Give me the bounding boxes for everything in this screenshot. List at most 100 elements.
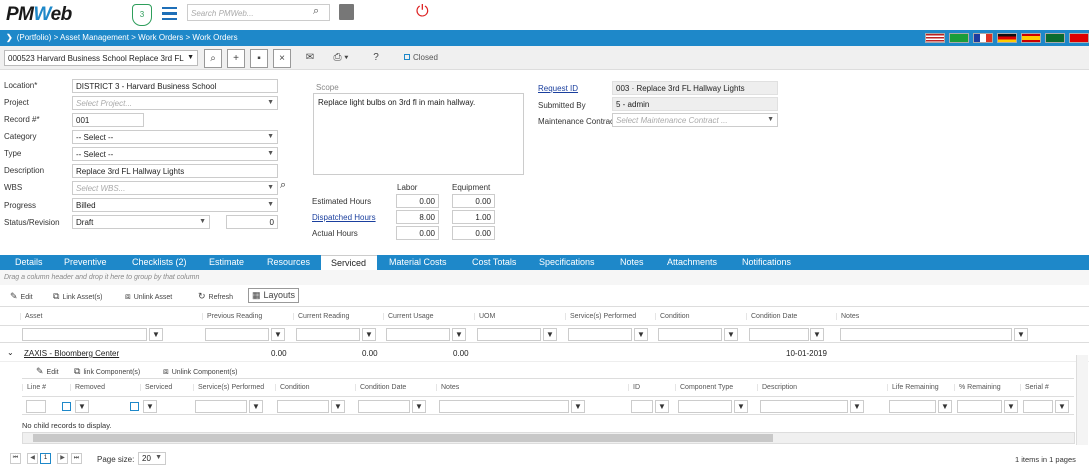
last-page-button[interactable]: ⏭ [71, 453, 82, 464]
request-id-link[interactable]: Request ID [538, 84, 578, 93]
filter-input[interactable] [678, 400, 732, 413]
link-component-button[interactable]: ⧉ link Component(s) [74, 366, 140, 377]
filter-icon[interactable]: ▼ [149, 328, 163, 341]
tab-specifications[interactable]: Specifications [539, 255, 595, 270]
subcol-life-remaining[interactable]: Life Remaining [887, 384, 939, 391]
tab-resources[interactable]: Resources [267, 255, 310, 270]
estimated-labor-field[interactable]: 0.00 [396, 194, 439, 208]
filter-input[interactable] [26, 400, 46, 413]
col-notes[interactable]: Notes [836, 313, 859, 320]
subcol-percent-remaining[interactable]: % Remaining [954, 384, 1001, 391]
unlink-asset-button[interactable]: ⧈ Unlink Asset [125, 291, 172, 302]
tab-checklists[interactable]: Checklists (2) [132, 255, 187, 270]
wbs-search-icon[interactable]: ⌕ [280, 179, 286, 192]
new-record-button[interactable]: + [227, 49, 245, 68]
pmweb-logo[interactable]: PMWeb [6, 4, 72, 26]
filter-icon[interactable]: ▼ [810, 328, 824, 341]
video-clapper-icon[interactable] [339, 4, 354, 20]
expand-row-chevron-icon[interactable]: ⌄ [7, 348, 14, 357]
layouts-button[interactable]: ▦ Layouts [248, 288, 300, 303]
record-number-field[interactable]: 001 [72, 113, 144, 127]
filter-icon[interactable]: ▼ [938, 400, 952, 413]
col-condition-date[interactable]: Condition Date [746, 313, 797, 320]
flag-china-icon[interactable] [1069, 33, 1089, 43]
filter-input[interactable] [477, 328, 541, 341]
project-dropdown[interactable]: Select Project... ▼ [72, 96, 278, 110]
notification-shield-icon[interactable]: 3 [132, 4, 152, 26]
scope-textarea[interactable]: Replace light bulbs on 3rd fl in main ha… [313, 93, 524, 175]
filter-input[interactable] [568, 328, 632, 341]
unlink-component-button[interactable]: ⧈ Unlink Component(s) [163, 366, 237, 377]
status-dropdown[interactable]: Draft ▼ [72, 215, 210, 229]
closed-checkbox[interactable]: Closed [404, 53, 438, 62]
filter-icon[interactable]: ▼ [1055, 400, 1069, 413]
subcol-services-performed[interactable]: Service(s) Performed [193, 384, 264, 391]
search-icon[interactable]: ⌕ [313, 5, 319, 18]
hamburger-menu-icon[interactable] [162, 7, 177, 21]
actual-equipment-field[interactable]: 0.00 [452, 226, 495, 240]
wbs-dropdown[interactable]: Select WBS... ▼ [72, 181, 278, 195]
tab-notes[interactable]: Notes [620, 255, 644, 270]
filter-input[interactable] [386, 328, 450, 341]
serviced-filter-checkbox[interactable] [130, 402, 139, 411]
removed-filter-checkbox[interactable] [62, 402, 71, 411]
filter-input[interactable] [631, 400, 653, 413]
subcol-notes[interactable]: Notes [436, 384, 459, 391]
flag-germany-icon[interactable] [997, 33, 1017, 43]
filter-input[interactable] [957, 400, 1002, 413]
power-logout-icon[interactable]: ⏻ [416, 3, 429, 21]
filter-input[interactable] [749, 328, 809, 341]
help-icon[interactable]: ? [367, 49, 385, 68]
filter-icon[interactable]: ▼ [1004, 400, 1018, 413]
first-page-button[interactable]: ⏮ [10, 453, 21, 464]
filter-input[interactable] [889, 400, 936, 413]
subcol-serviced[interactable]: Serviced [140, 384, 172, 391]
filter-icon[interactable]: ▼ [543, 328, 557, 341]
asset-link[interactable]: ZAXIS - Bloomberg Center [24, 349, 119, 358]
revision-field[interactable]: 0 [226, 215, 278, 229]
subcol-line[interactable]: Line # [22, 384, 46, 391]
print-icon[interactable]: ⎙ ▾ [326, 49, 356, 68]
filter-input[interactable] [358, 400, 410, 413]
filter-input[interactable] [195, 400, 247, 413]
filter-icon[interactable]: ▼ [634, 328, 648, 341]
col-previous-reading[interactable]: Previous Reading [202, 313, 262, 320]
flag-spain-icon[interactable] [1021, 33, 1041, 43]
current-page-button[interactable]: 1 [40, 453, 51, 464]
tab-details[interactable]: Details [15, 255, 43, 270]
col-uom[interactable]: UOM [474, 313, 495, 320]
subcol-condition[interactable]: Condition [275, 384, 310, 391]
description-field[interactable]: Replace 3rd FL Hallway Lights [72, 164, 278, 178]
col-services-performed[interactable]: Service(s) Performed [565, 313, 636, 320]
tab-serviced[interactable]: Serviced [321, 255, 377, 270]
prev-page-button[interactable]: ◀ [27, 453, 38, 464]
actual-labor-field[interactable]: 0.00 [396, 226, 439, 240]
filter-input[interactable] [296, 328, 360, 341]
filter-icon[interactable]: ▼ [362, 328, 376, 341]
filter-input[interactable] [760, 400, 848, 413]
dispatched-labor-field[interactable]: 8.00 [396, 210, 439, 224]
col-condition[interactable]: Condition [655, 313, 690, 320]
edit-button[interactable]: ✎ Edit [10, 291, 33, 302]
filter-icon[interactable]: ▼ [571, 400, 585, 413]
filter-icon[interactable]: ▼ [655, 400, 669, 413]
flag-brazil-icon[interactable] [949, 33, 969, 43]
subcol-component-type[interactable]: Component Type [675, 384, 733, 391]
filter-icon[interactable]: ▼ [734, 400, 748, 413]
breadcrumb[interactable]: (Portfolio) > Asset Management > Work Or… [17, 33, 238, 42]
tab-attachments[interactable]: Attachments [667, 255, 717, 270]
subcol-id[interactable]: ID [628, 384, 640, 391]
filter-input[interactable] [205, 328, 269, 341]
filter-icon[interactable]: ▼ [331, 400, 345, 413]
next-page-button[interactable]: ▶ [57, 453, 68, 464]
maintenance-contract-dropdown[interactable]: Select Maintenance Contract ... ▼ [612, 113, 778, 127]
filter-icon[interactable]: ▼ [452, 328, 466, 341]
filter-icon[interactable]: ▼ [1014, 328, 1028, 341]
tab-preventive[interactable]: Preventive [64, 255, 107, 270]
col-current-reading[interactable]: Current Reading [293, 313, 349, 320]
filter-input[interactable] [22, 328, 147, 341]
filter-icon[interactable]: ▼ [724, 328, 738, 341]
col-current-usage[interactable]: Current Usage [383, 313, 434, 320]
filter-icon[interactable]: ▼ [249, 400, 263, 413]
subcol-removed[interactable]: Removed [70, 384, 105, 391]
